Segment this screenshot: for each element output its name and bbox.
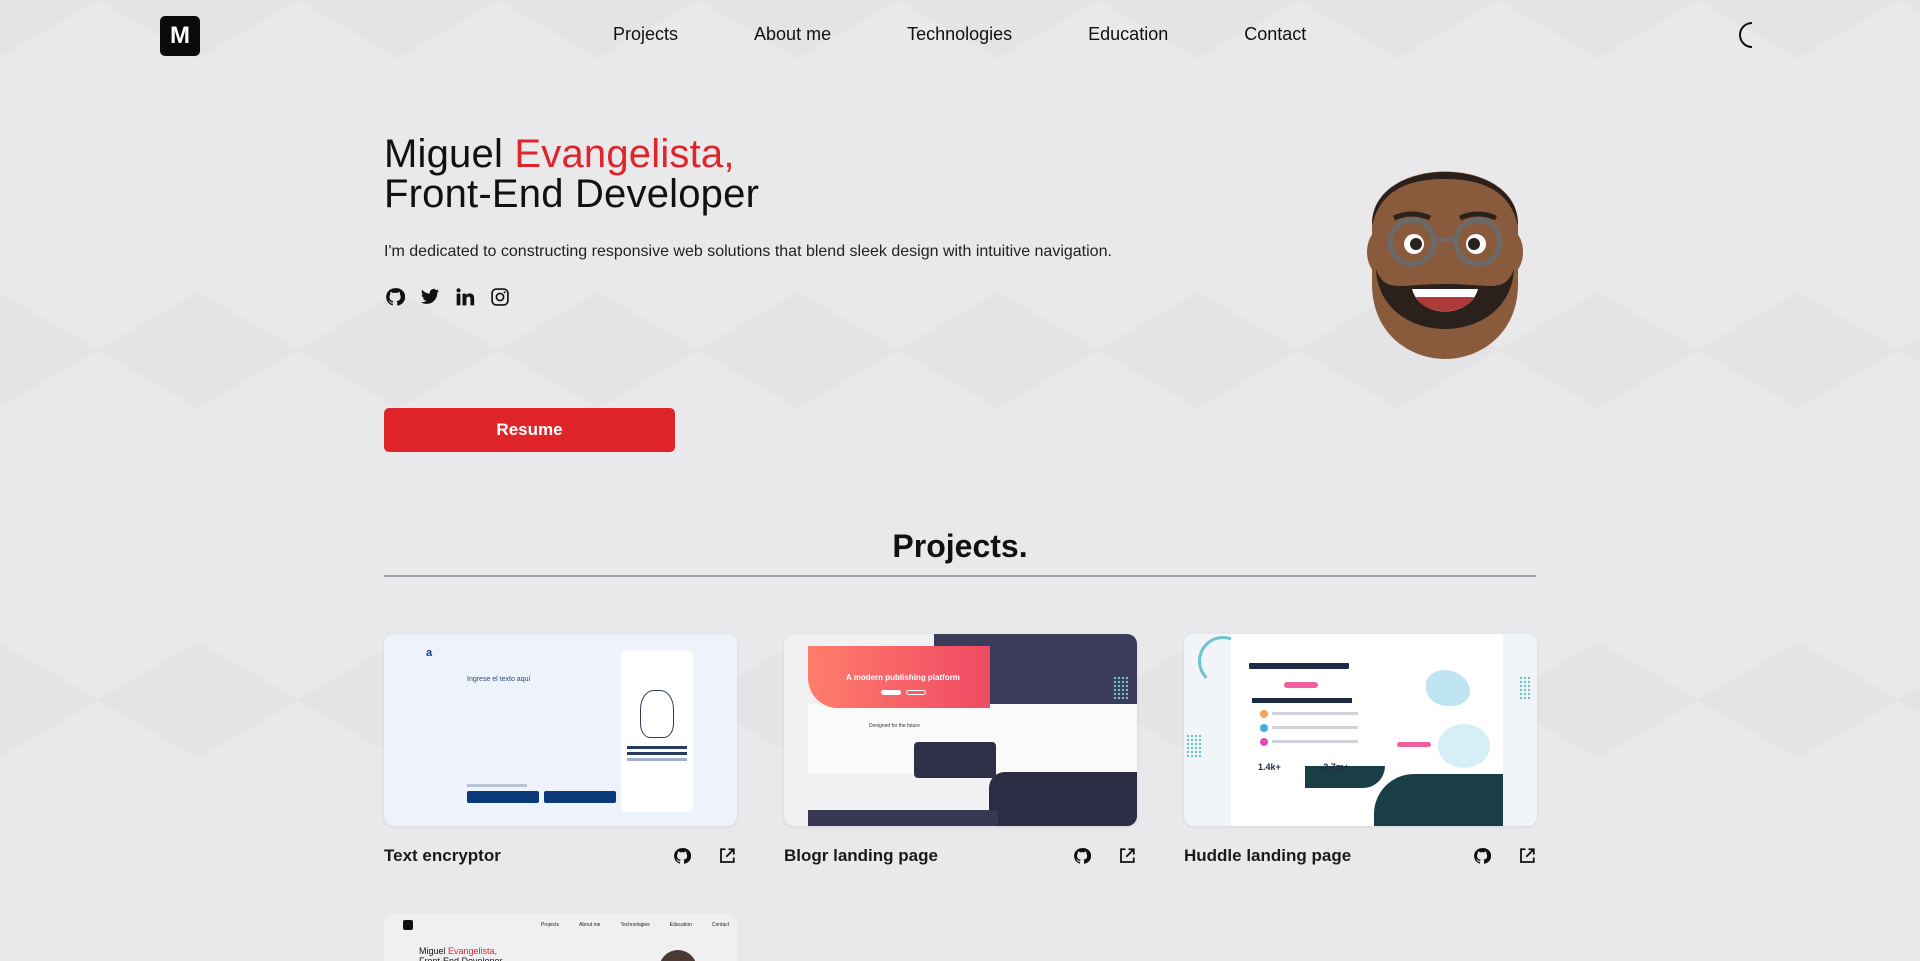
nav-link-projects[interactable]: Projects	[613, 24, 678, 45]
thumb-app-bar	[1252, 698, 1352, 703]
site-logo[interactable]: M	[160, 16, 200, 56]
nav-link-about[interactable]: About me	[754, 24, 831, 45]
twitter-icon[interactable]	[419, 286, 440, 307]
project-name: Text encryptor	[384, 846, 501, 865]
thumb-stats: 1.4k+ 2.7m+	[1258, 762, 1349, 772]
thumb-bubble	[1260, 710, 1268, 718]
thumb-notice	[467, 784, 527, 787]
thumb-dots	[1519, 676, 1531, 700]
avatar	[1350, 134, 1540, 359]
hero-description: I'm dedicated to constructing responsive…	[384, 243, 1112, 260]
thumb-wave	[1374, 774, 1503, 826]
hero-name-first: Miguel	[384, 132, 504, 176]
thumb-nav: Projects About me Technologies Education…	[541, 922, 729, 928]
resume-button[interactable]: Resume	[384, 408, 675, 452]
thumb-name-first: Miguel	[419, 946, 446, 956]
project-name: Blogr landing page	[784, 846, 938, 865]
thumb-section-text: Designed for the future	[869, 723, 920, 729]
github-icon[interactable]	[384, 286, 405, 307]
thumb-nav-item: Contact	[711, 922, 730, 928]
project-thumbnail[interactable]: A modern publishing platform Designed fo…	[784, 634, 1137, 826]
thumb-nav-item: Technologies	[620, 922, 650, 928]
nav-link-technologies[interactable]: Technologies	[907, 24, 1012, 45]
thumb-logo	[403, 920, 413, 930]
thumb-start-button	[881, 690, 901, 695]
thumb-logo: a	[426, 647, 433, 659]
hero-role: Front-End Developer	[384, 172, 760, 216]
thumb-bottom-bar	[808, 810, 998, 826]
thumb-learn-button	[906, 690, 926, 695]
nav-links: Projects About me Technologies Education…	[613, 24, 1306, 45]
thumb-row	[1272, 712, 1358, 715]
thumb-nav-item: About me	[579, 922, 601, 928]
thumb-placeholder: Ingrese el texto aquí	[467, 676, 531, 683]
project-card: a Ingrese el texto aquí Text encryptor	[384, 634, 737, 868]
thumb-encrypt-button	[467, 791, 539, 803]
project-thumbnail[interactable]: 1.4k+ 2.7m+	[1184, 634, 1537, 826]
project-thumbnail[interactable]: a Ingrese el texto aquí	[384, 634, 737, 826]
thumb-illustration	[640, 690, 674, 738]
thumb-title: Miguel Evangelista, Front-End Developer	[419, 946, 503, 961]
thumb-empty-text	[627, 746, 687, 770]
thumb-name-last: Evangelista,	[448, 946, 498, 956]
external-link-icon[interactable]	[717, 846, 737, 866]
projects-title: Projects.	[892, 528, 1028, 564]
thumb-avatar	[659, 950, 697, 961]
github-icon[interactable]	[1072, 846, 1092, 866]
top-nav: M Projects About me Technologies Educati…	[0, 0, 1920, 72]
thumb-row	[1272, 740, 1358, 743]
instagram-icon[interactable]	[489, 286, 510, 307]
linkedin-icon[interactable]	[454, 286, 475, 307]
project-name: Huddle landing page	[1184, 846, 1352, 865]
github-icon[interactable]	[672, 846, 692, 866]
github-icon[interactable]	[1472, 846, 1492, 866]
hero-name-last: Evangelista,	[514, 132, 735, 176]
project-card: A modern publishing platform Designed fo…	[784, 634, 1137, 868]
thumb-row	[1272, 726, 1358, 729]
thumb-nav-item: Education	[669, 922, 692, 928]
thumb-heading	[1249, 663, 1349, 669]
thumb-role: Front-End Developer	[419, 956, 503, 961]
social-links	[384, 286, 510, 307]
thumb-bubble	[1260, 738, 1268, 746]
nav-link-contact[interactable]: Contact	[1244, 24, 1306, 45]
thumb-stat: 2.7m+	[1323, 762, 1350, 772]
nav-link-education[interactable]: Education	[1088, 24, 1168, 45]
thumb-cta-button	[1397, 742, 1431, 747]
thumb-dots	[1113, 676, 1129, 700]
thumb-stat: 1.4k+	[1258, 762, 1281, 772]
thumb-dots	[1186, 734, 1202, 758]
thumb-blob	[1438, 724, 1490, 768]
thumb-bubble	[1260, 724, 1268, 732]
thumb-footer-panel	[989, 772, 1137, 826]
external-link-icon[interactable]	[1517, 846, 1537, 866]
thumb-hero-text: A modern publishing platform	[846, 673, 960, 682]
thumb-decrypt-button	[544, 791, 616, 803]
project-card: 1.4k+ 2.7m+ Huddle landing page	[1184, 634, 1537, 868]
hero-title: Miguel Evangelista, Front-End Developer	[384, 134, 759, 214]
section-divider	[384, 575, 1536, 577]
thumb-nav-item: Projects	[541, 922, 560, 928]
thumb-cta-button	[1284, 682, 1318, 688]
project-card-partial[interactable]: Projects About me Technologies Education…	[384, 914, 737, 961]
thumb-editor-window	[914, 742, 996, 778]
external-link-icon[interactable]	[1117, 846, 1137, 866]
moon-icon[interactable]	[1735, 20, 1759, 50]
